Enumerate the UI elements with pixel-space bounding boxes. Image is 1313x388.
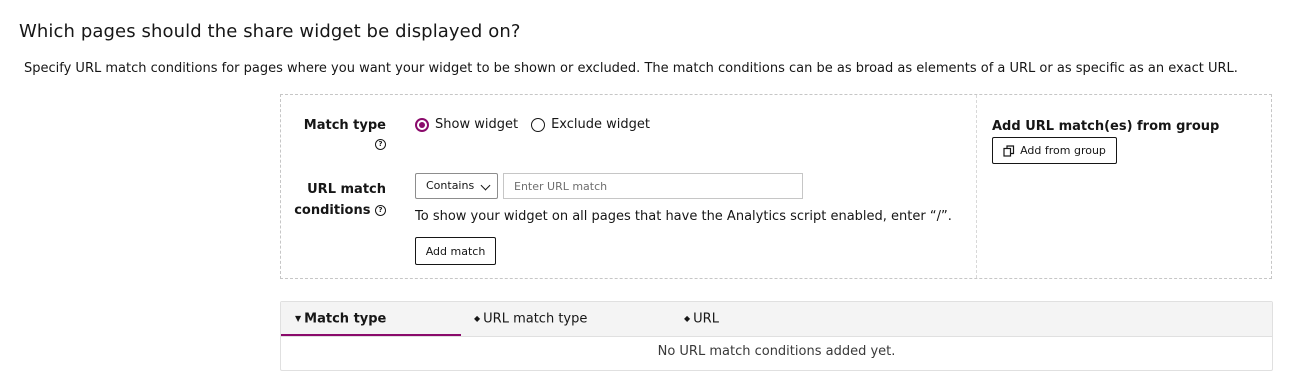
sort-down-icon: ▼ [295,314,302,323]
active-sort-underline [281,334,461,336]
match-condition-select[interactable]: Contains [415,173,498,199]
column-header-match-type[interactable]: ▼ Match type [295,302,386,336]
url-match-input[interactable] [503,173,803,199]
match-type-radio-group: Show widget Exclude widget [415,117,663,132]
page-description: Specify URL match conditions for pages w… [24,61,1238,76]
page-title: Which pages should the share widget be d… [19,21,521,42]
match-condition-select-value: Contains [426,179,475,192]
sort-icon: ◆ [474,314,481,323]
add-match-button[interactable]: Add match [415,237,496,265]
column-header-label: URL match type [483,311,588,327]
help-icon[interactable]: ? [375,205,386,216]
column-header-url[interactable]: ◆ URL [684,302,719,336]
table-empty-message: No URL match conditions added yet. [657,344,896,359]
chevron-down-icon [480,180,491,191]
help-icon[interactable]: ? [375,139,386,150]
column-header-url-match-type[interactable]: ◆ URL match type [474,302,587,336]
url-conditions-label: URL match conditions ? [281,179,386,221]
exclude-widget-radio-label[interactable]: Exclude widget [551,117,650,132]
match-type-label: Match type ? [281,118,386,152]
url-conditions-label-line1: URL match [307,182,386,197]
url-conditions-label-line2: conditions [294,203,371,218]
url-match-hint: To show your widget on all pages that ha… [415,209,952,224]
copy-icon [1003,144,1015,157]
match-type-label-text: Match type [303,118,386,133]
add-from-group-title: Add URL match(es) from group [992,119,1220,134]
show-widget-radio[interactable] [415,117,429,132]
add-from-group-button[interactable]: Add from group [992,137,1117,164]
table-header: ▼ Match type ◆ URL match type ◆ URL [281,302,1272,337]
column-header-label: Match type [304,311,387,327]
url-match-table: ▼ Match type ◆ URL match type ◆ URL No URL … [280,301,1273,371]
show-widget-radio-label[interactable]: Show widget [435,117,518,132]
url-match-panel: Match type ? Show widget Exclude widget … [280,94,1272,279]
panel-divider [976,95,977,278]
sort-icon: ◆ [684,314,691,323]
column-header-label: URL [693,311,719,327]
add-from-group-button-label: Add from group [1020,144,1106,157]
exclude-widget-radio[interactable] [531,117,546,132]
